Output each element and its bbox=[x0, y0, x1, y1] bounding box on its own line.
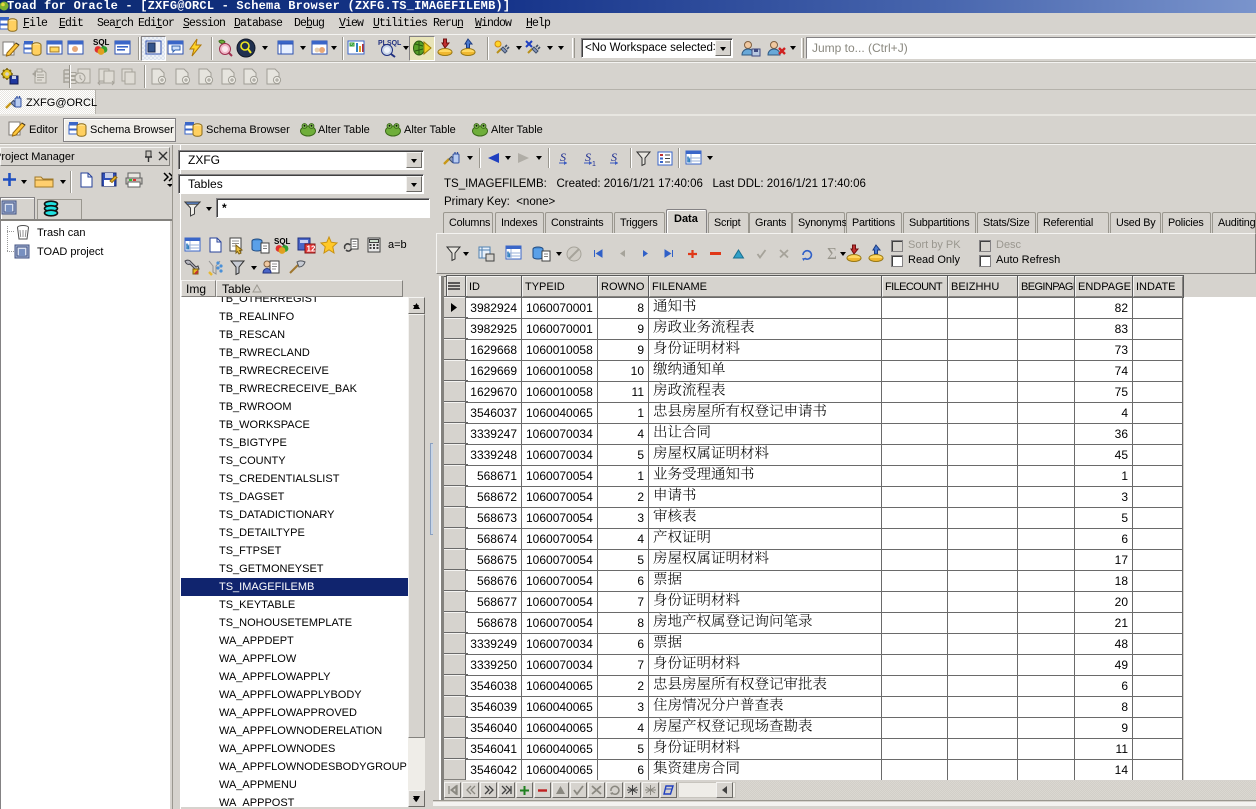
svg-text:SQL: SQL bbox=[274, 237, 291, 246]
svg-text:12: 12 bbox=[307, 245, 316, 254]
svg-text:SQL: SQL bbox=[93, 38, 110, 47]
svg-text:1: 1 bbox=[592, 161, 596, 168]
